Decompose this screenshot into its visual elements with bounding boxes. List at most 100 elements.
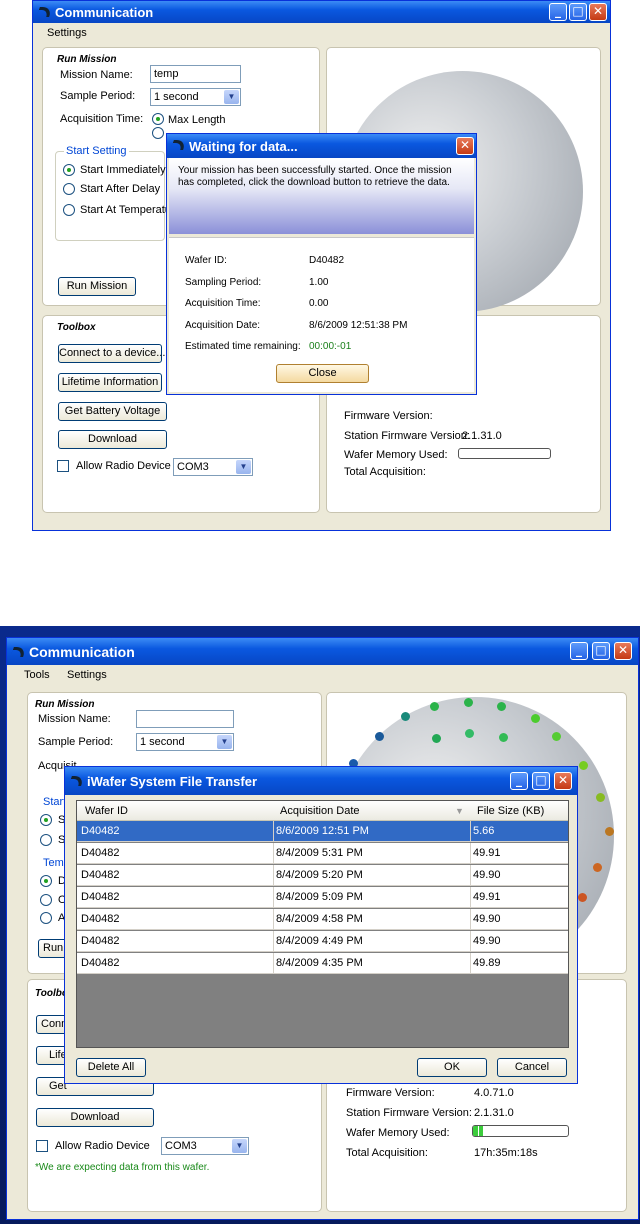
download-button[interactable]: Download bbox=[58, 430, 167, 449]
close-button[interactable]: ✕ bbox=[554, 772, 572, 790]
table-row[interactable]: D40482 8/4/2009 5:20 PM 49.90 bbox=[77, 865, 568, 886]
app-logo-icon bbox=[170, 140, 187, 150]
menu-settings[interactable]: Settings bbox=[67, 669, 107, 681]
cell-acquisition-date: 8/4/2009 5:09 PM bbox=[276, 891, 363, 903]
table-row[interactable]: D40482 8/4/2009 4:49 PM 49.90 bbox=[77, 931, 568, 952]
allow-radio-checkbox[interactable] bbox=[57, 460, 69, 472]
toolbox-title: Toolbox bbox=[57, 322, 96, 333]
menu-tools[interactable]: Tools bbox=[24, 669, 50, 681]
run-mission-button[interactable]: Run Mission bbox=[58, 277, 136, 296]
firmware-version-label: Firmware Version: bbox=[346, 1087, 435, 1099]
mission-name-label: Mission Name: bbox=[38, 713, 111, 725]
chevron-down-icon: ▼ bbox=[232, 1139, 247, 1153]
column-header-wafer-id[interactable]: Wafer ID bbox=[85, 805, 128, 817]
dialog-close-icon[interactable]: ✕ bbox=[456, 137, 474, 155]
cell-file-size: 5.66 bbox=[473, 825, 495, 837]
expecting-data-note: *We are expecting data from this wafer. bbox=[35, 1162, 210, 1173]
table-row[interactable]: D40482 8/4/2009 5:31 PM 49.91 bbox=[77, 843, 568, 864]
sensor-dot bbox=[401, 712, 410, 721]
table-row[interactable]: D40482 8/4/2009 4:35 PM 49.89 bbox=[77, 953, 568, 974]
wafer-memory-label: Wafer Memory Used: bbox=[346, 1127, 450, 1139]
start-after-delay-radio[interactable] bbox=[40, 834, 52, 846]
file-grid: Wafer ID Acquisition Date ▼ File Size (K… bbox=[76, 800, 569, 1048]
column-divider bbox=[273, 887, 274, 908]
minimize-button[interactable]: _ bbox=[570, 642, 588, 660]
estimated-time-label: Estimated time remaining: bbox=[185, 341, 301, 352]
table-row[interactable]: D40482 8/6/2009 12:51 PM 5.66 bbox=[77, 821, 568, 842]
run-mission-title: Run Mission bbox=[35, 699, 95, 710]
minimize-button[interactable]: _ bbox=[510, 772, 528, 790]
cancel-button[interactable]: Cancel bbox=[497, 1058, 567, 1077]
column-divider bbox=[273, 821, 274, 842]
minimize-button[interactable]: _ bbox=[549, 3, 567, 21]
maximize-button[interactable]: □ bbox=[592, 642, 610, 660]
wafer-id-value: D40482 bbox=[309, 255, 345, 266]
com-port-value: COM3 bbox=[177, 461, 209, 473]
dialog-title-bar[interactable]: Waiting for data... ✕ bbox=[167, 134, 476, 158]
cell-acquisition-date: 8/4/2009 5:20 PM bbox=[276, 869, 363, 881]
title-bar[interactable]: Communication _ □ ✕ bbox=[33, 1, 610, 23]
start-at-temperature-radio[interactable] bbox=[63, 204, 75, 216]
download-button[interactable]: Download bbox=[36, 1108, 154, 1127]
connect-device-button[interactable]: Connect to a device... bbox=[58, 344, 165, 363]
start-after-delay-radio[interactable] bbox=[63, 183, 75, 195]
station-firmware-value: 2.1.31.0 bbox=[462, 430, 502, 442]
mission-name-input[interactable]: temp bbox=[150, 65, 241, 83]
get-battery-voltage-button[interactable]: Get Battery Voltage bbox=[58, 402, 167, 421]
delete-all-button[interactable]: Delete All bbox=[76, 1058, 146, 1077]
station-firmware-label: Station Firmware Version: bbox=[346, 1107, 472, 1119]
com-port-select[interactable]: COM3 ▼ bbox=[161, 1137, 249, 1155]
close-button[interactable]: ✕ bbox=[589, 3, 607, 21]
com-port-select[interactable]: COM3 ▼ bbox=[173, 458, 253, 476]
dialog-title-bar[interactable]: iWafer System File Transfer _ □ ✕ bbox=[65, 767, 577, 795]
start-immediately-radio[interactable] bbox=[40, 814, 52, 826]
table-row[interactable]: D40482 8/4/2009 4:58 PM 49.90 bbox=[77, 909, 568, 930]
cell-acquisition-date: 8/4/2009 4:35 PM bbox=[276, 957, 363, 969]
sensor-dot bbox=[465, 729, 474, 738]
column-divider bbox=[273, 909, 274, 930]
total-acquisition-label: Total Acquisition: bbox=[344, 466, 426, 478]
cell-acquisition-date: 8/4/2009 4:58 PM bbox=[276, 913, 363, 925]
estimated-time-value: 00:00:-01 bbox=[309, 341, 352, 352]
wafer-memory-label: Wafer Memory Used: bbox=[344, 449, 448, 461]
wafer-memory-fill bbox=[473, 1126, 483, 1136]
title-bar[interactable]: Communication _ □ ✕ bbox=[7, 638, 638, 665]
sample-period-select[interactable]: 1 second ▼ bbox=[150, 88, 241, 106]
dialog-close-button[interactable]: Close bbox=[276, 364, 369, 383]
sample-period-value: 1 second bbox=[154, 91, 199, 103]
sample-period-select[interactable]: 1 second ▼ bbox=[136, 733, 234, 751]
temp-option-d-radio[interactable] bbox=[40, 875, 52, 887]
menu-bar: Settings bbox=[33, 23, 610, 42]
dialog-title: Waiting for data... bbox=[189, 139, 298, 154]
temp-option-a-radio[interactable] bbox=[40, 912, 52, 924]
temp-option-o-radio[interactable] bbox=[40, 894, 52, 906]
maximize-button[interactable]: □ bbox=[569, 3, 587, 21]
app-logo-icon bbox=[10, 647, 27, 657]
table-row[interactable]: D40482 8/4/2009 5:09 PM 49.91 bbox=[77, 887, 568, 908]
ok-button[interactable]: OK bbox=[417, 1058, 487, 1077]
start-immediately-label: Start Immediately bbox=[80, 164, 166, 176]
total-acquisition-label: Total Acquisition: bbox=[346, 1147, 428, 1159]
fixed-length-radio[interactable] bbox=[152, 127, 164, 139]
menu-settings[interactable]: Settings bbox=[47, 27, 87, 39]
lifetime-information-button[interactable]: Lifetime Information bbox=[58, 373, 162, 392]
dialog-message-area: Your mission has been successfully start… bbox=[169, 158, 474, 234]
column-divider bbox=[470, 887, 471, 908]
close-button[interactable]: ✕ bbox=[614, 642, 632, 660]
menu-bar: Tools Settings bbox=[7, 665, 638, 684]
cell-wafer-id: D40482 bbox=[81, 891, 120, 903]
max-length-radio[interactable] bbox=[152, 113, 164, 125]
column-header-acquisition-date[interactable]: Acquisition Date bbox=[280, 805, 360, 817]
maximize-button[interactable]: □ bbox=[532, 772, 550, 790]
allow-radio-checkbox[interactable] bbox=[36, 1140, 48, 1152]
mission-name-input[interactable] bbox=[136, 710, 234, 728]
sensor-dot bbox=[593, 863, 602, 872]
sensor-dot bbox=[497, 702, 506, 711]
sensor-dot bbox=[578, 893, 587, 902]
column-header-file-size[interactable]: File Size (KB) bbox=[477, 805, 544, 817]
cell-wafer-id: D40482 bbox=[81, 913, 120, 925]
sensor-dot bbox=[605, 827, 614, 836]
waiting-for-data-dialog: Waiting for data... ✕ Your mission has b… bbox=[166, 133, 477, 395]
window-title: Communication bbox=[29, 644, 135, 660]
start-immediately-radio[interactable] bbox=[63, 164, 75, 176]
